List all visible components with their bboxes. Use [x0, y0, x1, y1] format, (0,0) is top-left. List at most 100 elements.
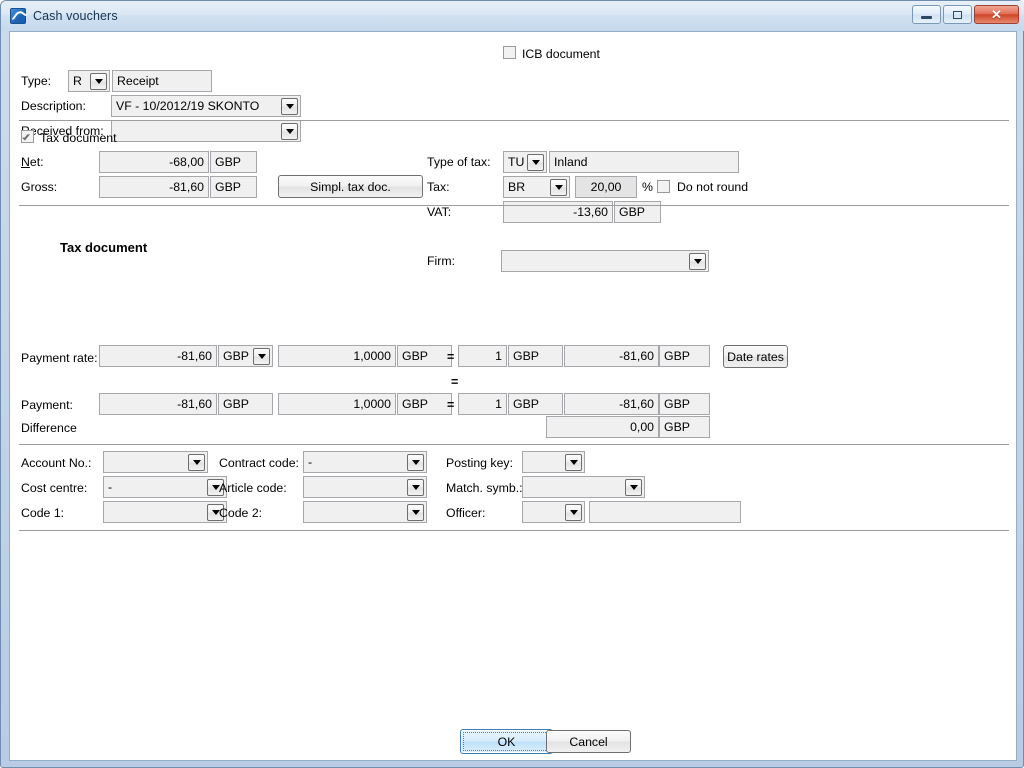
article-code-label: Article code:: [219, 481, 287, 495]
chevron-down-icon[interactable]: [407, 454, 424, 471]
cash-vouchers-window: Cash vouchers ✕ Type: R Receipt Descript…: [0, 0, 1024, 768]
equals-sign-3: =: [447, 398, 455, 412]
tax-label: Tax:: [427, 180, 450, 194]
type-of-tax-name-field[interactable]: Inland: [549, 151, 739, 173]
type-of-tax-code-combo[interactable]: TU: [503, 151, 547, 173]
chevron-down-icon[interactable]: [550, 179, 567, 196]
contract-code-value: -: [308, 455, 313, 469]
do-not-round-checkbox[interactable]: [657, 180, 670, 193]
cost-centre-value: -: [108, 480, 113, 494]
ok-button[interactable]: OK: [460, 729, 553, 754]
code1-combo[interactable]: [103, 501, 227, 523]
account-no-combo[interactable]: [103, 451, 208, 473]
divider-2: [19, 205, 1009, 206]
minimize-button[interactable]: [912, 5, 941, 24]
payment-rate-currency-field[interactable]: GBP: [397, 393, 452, 415]
code2-combo[interactable]: [303, 501, 427, 523]
tax-code-combo[interactable]: BR: [503, 176, 570, 198]
payment-amount-field[interactable]: -81,60: [99, 393, 217, 415]
cancel-button[interactable]: Cancel: [546, 730, 631, 753]
firm-combo[interactable]: [501, 250, 709, 272]
net-currency-field[interactable]: GBP: [210, 151, 257, 173]
description-combo[interactable]: VF - 10/2012/19 SKONTO: [111, 95, 301, 117]
chevron-down-icon[interactable]: [407, 504, 424, 521]
payment-rate-field[interactable]: 1,0000: [278, 393, 396, 415]
cost-centre-combo[interactable]: -: [103, 476, 227, 498]
maximize-button[interactable]: [943, 5, 972, 24]
payment-unit-field[interactable]: 1: [458, 393, 507, 415]
chevron-down-icon[interactable]: [565, 504, 582, 521]
equals-sign-2: =: [451, 375, 459, 389]
net-label: Net:: [21, 155, 44, 169]
maximize-icon: [953, 10, 962, 19]
posting-key-combo[interactable]: [522, 451, 585, 473]
title-bar[interactable]: Cash vouchers ✕: [1, 1, 1024, 31]
payment-label: Payment:: [21, 398, 73, 412]
officer-label: Officer:: [446, 506, 486, 520]
type-code-combo[interactable]: R: [68, 70, 110, 92]
contract-code-combo[interactable]: -: [303, 451, 427, 473]
chevron-down-icon[interactable]: [527, 154, 544, 171]
payment-rate-total-field[interactable]: -81,60: [564, 345, 659, 367]
code2-label: Code 2:: [219, 506, 263, 520]
payment-unit-currency-field[interactable]: GBP: [508, 393, 563, 415]
divider-3: [19, 444, 1009, 445]
payment-rate-unit-field[interactable]: 1: [458, 345, 507, 367]
minimize-icon: [921, 16, 932, 19]
icb-document-label: ICB document: [522, 47, 600, 61]
gross-currency-field[interactable]: GBP: [210, 176, 257, 198]
chevron-down-icon[interactable]: [565, 454, 582, 471]
difference-value-field[interactable]: 0,00: [546, 416, 659, 438]
payment-rate-unit-currency-field[interactable]: GBP: [508, 345, 563, 367]
type-code-value: R: [73, 74, 82, 88]
chevron-down-icon[interactable]: [281, 98, 298, 115]
payment-rate-rate-field[interactable]: 1,0000: [278, 345, 396, 367]
chevron-down-icon[interactable]: [253, 348, 270, 365]
article-code-combo[interactable]: [303, 476, 427, 498]
payment-rate-label: Payment rate:: [21, 351, 98, 365]
tax-rate-field[interactable]: 20,00: [575, 176, 637, 198]
dialog-client-area: Type: R Receipt Description: VF - 10/201…: [9, 31, 1017, 761]
tax-document-heading: Tax document: [60, 240, 148, 255]
received-from-combo[interactable]: [111, 120, 301, 142]
chevron-down-icon[interactable]: [281, 123, 298, 140]
net-value-field[interactable]: -68,00: [99, 151, 209, 173]
payment-total-currency-field[interactable]: GBP: [659, 393, 710, 415]
payment-total-field[interactable]: -81,60: [564, 393, 659, 415]
simpl-tax-doc-button[interactable]: Simpl. tax doc.: [278, 175, 423, 198]
focus-ring: [463, 732, 550, 751]
payment-rate-currency-value: GBP: [223, 349, 249, 363]
difference-currency-field[interactable]: GBP: [659, 416, 710, 438]
payment-rate-currency-combo[interactable]: GBP: [218, 345, 273, 367]
type-name-field[interactable]: Receipt: [112, 70, 212, 92]
chevron-down-icon[interactable]: [689, 253, 706, 270]
firm-label: Firm:: [427, 254, 455, 268]
close-button[interactable]: ✕: [974, 5, 1019, 24]
code1-label: Code 1:: [21, 506, 65, 520]
payment-rate-total-currency-field[interactable]: GBP: [659, 345, 710, 367]
gross-value-field[interactable]: -81,60: [99, 176, 209, 198]
payment-rate-amount-field[interactable]: -81,60: [99, 345, 217, 367]
chevron-down-icon[interactable]: [90, 73, 107, 90]
cost-centre-label: Cost centre:: [21, 481, 88, 495]
officer-code-combo[interactable]: [522, 501, 585, 523]
account-no-label: Account No.:: [21, 456, 92, 470]
payment-rate-rate-currency-field[interactable]: GBP: [397, 345, 452, 367]
tax-document-checkbox[interactable]: [21, 130, 34, 143]
tax-document-label: Tax document: [40, 131, 117, 145]
chevron-down-icon[interactable]: [625, 479, 642, 496]
date-rates-button[interactable]: Date rates: [723, 345, 788, 368]
tax-code-value: BR: [508, 180, 526, 194]
gross-label: Gross:: [21, 180, 58, 194]
payment-amount-currency-field[interactable]: GBP: [218, 393, 273, 415]
app-icon: [10, 8, 26, 24]
icb-document-checkbox[interactable]: [503, 46, 516, 59]
match-symb-combo[interactable]: [522, 476, 645, 498]
type-of-tax-code-value: TU: [508, 155, 525, 169]
window-controls: ✕: [912, 5, 1019, 24]
officer-name-field[interactable]: [589, 501, 741, 523]
do-not-round-label: Do not round: [677, 180, 749, 194]
window-title: Cash vouchers: [33, 9, 118, 23]
chevron-down-icon[interactable]: [188, 454, 205, 471]
chevron-down-icon[interactable]: [407, 479, 424, 496]
